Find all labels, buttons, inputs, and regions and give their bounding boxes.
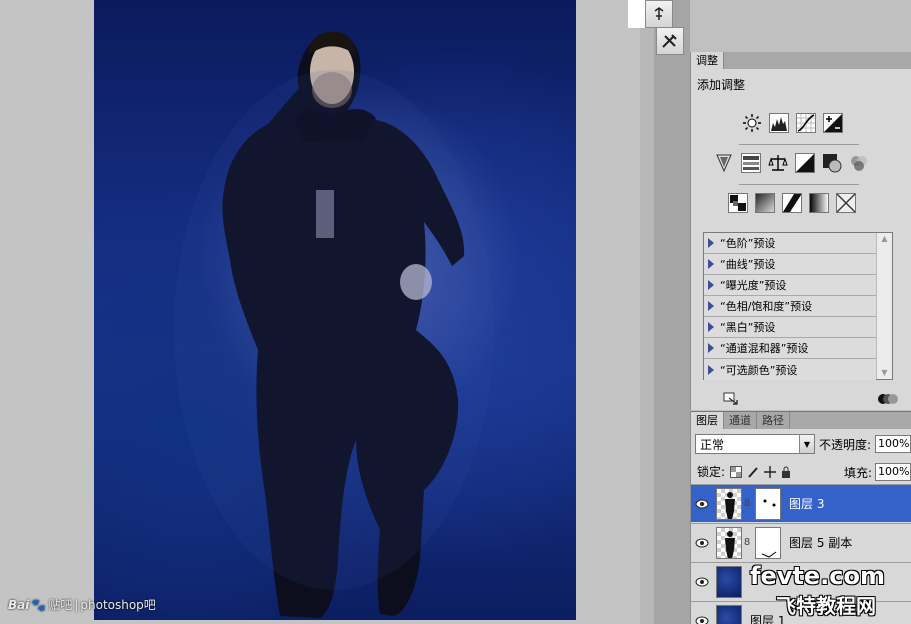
curves-icon[interactable] xyxy=(795,112,817,134)
panel-gap xyxy=(640,0,654,624)
layer-row[interactable]: 8 图层 5 副本 xyxy=(691,523,911,561)
expand-triangle-icon xyxy=(708,322,714,332)
preset-item[interactable]: “色相/饱和度”预设 xyxy=(704,296,876,317)
hue-saturation-icon[interactable] xyxy=(740,152,762,174)
expand-triangle-icon xyxy=(708,259,714,269)
blend-mode-value: 正常 xyxy=(700,437,725,452)
paw-icon: 🐾 xyxy=(31,597,47,612)
photo-filter-icon[interactable] xyxy=(821,152,843,174)
tab-paths[interactable]: 路径 xyxy=(757,412,790,429)
layers-tabs: 图层 通道 路径 xyxy=(691,412,911,429)
layer-name: 图层 3 xyxy=(789,497,825,511)
link-chain-icon[interactable]: 8 xyxy=(742,498,752,509)
brightness-icon[interactable] xyxy=(741,112,763,134)
channel-circles-icon xyxy=(878,394,898,404)
preset-item[interactable]: “通道混和器”预设 xyxy=(704,338,876,359)
invert-icon[interactable] xyxy=(727,192,749,214)
return-to-list-button[interactable] xyxy=(723,392,741,409)
site-watermark-cn: 飞特教程网 xyxy=(776,594,876,618)
adjustment-options-button[interactable] xyxy=(877,392,899,409)
tab-channels[interactable]: 通道 xyxy=(724,412,757,429)
link-chain-icon[interactable]: 8 xyxy=(742,537,752,548)
layer-thumbnail xyxy=(716,487,742,520)
adjustment-row-2 xyxy=(713,152,870,174)
preset-scrollbar[interactable]: ▲ ▼ xyxy=(876,233,892,379)
photo-image xyxy=(94,0,576,620)
visibility-eye-icon[interactable] xyxy=(691,499,713,509)
color-balance-icon[interactable] xyxy=(767,152,789,174)
layer-row[interactable]: 8 图层 3 xyxy=(691,484,911,522)
scroll-up-icon[interactable]: ▲ xyxy=(877,233,892,245)
blend-row: 正常 ▼ 不透明度: 100% xyxy=(695,434,911,454)
preset-item[interactable]: “黑白”预设 xyxy=(704,317,876,338)
expand-triangle-icon xyxy=(708,364,714,375)
lock-all-icon[interactable] xyxy=(781,466,791,478)
lock-label: 锁定: xyxy=(697,465,726,479)
document-canvas[interactable]: Bai 🐾 贴吧 | photoshop吧 xyxy=(0,0,640,624)
site-watermark: fevte.com xyxy=(750,562,885,590)
expand-triangle-icon xyxy=(708,280,714,290)
blend-mode-select[interactable]: 正常 ▼ xyxy=(695,434,815,454)
layer-mask-thumbnail[interactable] xyxy=(755,526,781,559)
lock-pixels-icon[interactable] xyxy=(747,466,759,478)
baidu-tieba-text: 贴吧 xyxy=(48,598,73,612)
visibility-eye-icon[interactable] xyxy=(691,577,713,587)
adjustment-separator xyxy=(739,144,859,145)
panel-dock-strip xyxy=(654,0,690,624)
add-adjustment-title: 添加调整 xyxy=(697,78,746,92)
visibility-eye-icon[interactable] xyxy=(691,616,713,624)
tool-preset-button[interactable] xyxy=(645,0,673,28)
layer-thumbnail xyxy=(716,604,742,624)
tools-icon xyxy=(662,34,677,48)
layer-mask-thumbnail[interactable] xyxy=(755,487,781,520)
tool-preset-icon xyxy=(654,7,664,20)
adjustments-dock-button[interactable] xyxy=(656,27,684,55)
tab-adjustments[interactable]: 调整 xyxy=(691,52,724,69)
fill-input[interactable]: 100% xyxy=(875,463,911,481)
opacity-label: 不透明度: xyxy=(818,437,872,452)
adjustments-tabs: 调整 xyxy=(691,52,911,69)
expand-triangle-icon xyxy=(708,238,714,248)
lock-position-icon[interactable] xyxy=(764,465,777,478)
adjustment-separator xyxy=(739,184,859,185)
posterize-icon[interactable] xyxy=(754,192,776,214)
adjustment-row-1 xyxy=(741,112,844,134)
levels-icon[interactable] xyxy=(768,112,790,134)
scroll-down-icon[interactable]: ▼ xyxy=(877,367,892,379)
divider: | xyxy=(74,597,79,612)
threshold-icon[interactable] xyxy=(781,192,803,214)
selective-color-icon[interactable] xyxy=(835,192,857,214)
baidu-watermark: Bai 🐾 贴吧 | photoshop吧 xyxy=(8,596,156,613)
tab-layers[interactable]: 图层 xyxy=(691,412,724,429)
expand-triangle-icon xyxy=(708,301,714,311)
layer-name: 图层 5 副本 xyxy=(789,536,853,550)
preset-list[interactable]: “色阶”预设 “曲线”预设 “曝光度”预设 “色相/饱和度”预设 “黑白”预设 … xyxy=(703,232,893,380)
baidu-logo-text: Bai xyxy=(8,597,30,612)
chevron-down-icon[interactable]: ▼ xyxy=(798,435,814,453)
preset-item[interactable]: “可选颜色”预设 xyxy=(704,359,876,380)
opacity-input[interactable]: 100% xyxy=(875,435,911,453)
lock-transparent-icon[interactable] xyxy=(730,465,743,478)
preset-item[interactable]: “曲线”预设 xyxy=(704,254,876,275)
layer-thumbnail xyxy=(716,565,742,598)
expand-triangle-icon xyxy=(708,343,714,353)
forum-name: photoshop吧 xyxy=(80,598,156,612)
adjustment-row-3 xyxy=(727,192,857,214)
fill-label: 填充: xyxy=(844,465,873,480)
channel-mixer-icon[interactable] xyxy=(848,152,870,174)
preset-item[interactable]: “曝光度”预设 xyxy=(704,275,876,296)
adjustments-panel: 调整 添加调整 “色阶”预设 “曲线”预设 “曝光度”预设 “色相/饱和度”预设… xyxy=(690,52,911,410)
layer-thumbnail xyxy=(716,526,742,559)
clip-layer-icon xyxy=(723,392,738,405)
black-white-icon[interactable] xyxy=(794,152,816,174)
visibility-eye-icon[interactable] xyxy=(691,538,713,548)
exposure-icon[interactable] xyxy=(822,112,844,134)
lock-row: 锁定: xyxy=(697,463,791,480)
fill-row: 填充: 100% xyxy=(844,463,911,481)
vibrance-icon[interactable] xyxy=(713,152,735,174)
preset-item[interactable]: “色阶”预设 xyxy=(704,233,876,254)
gradient-map-icon[interactable] xyxy=(808,192,830,214)
